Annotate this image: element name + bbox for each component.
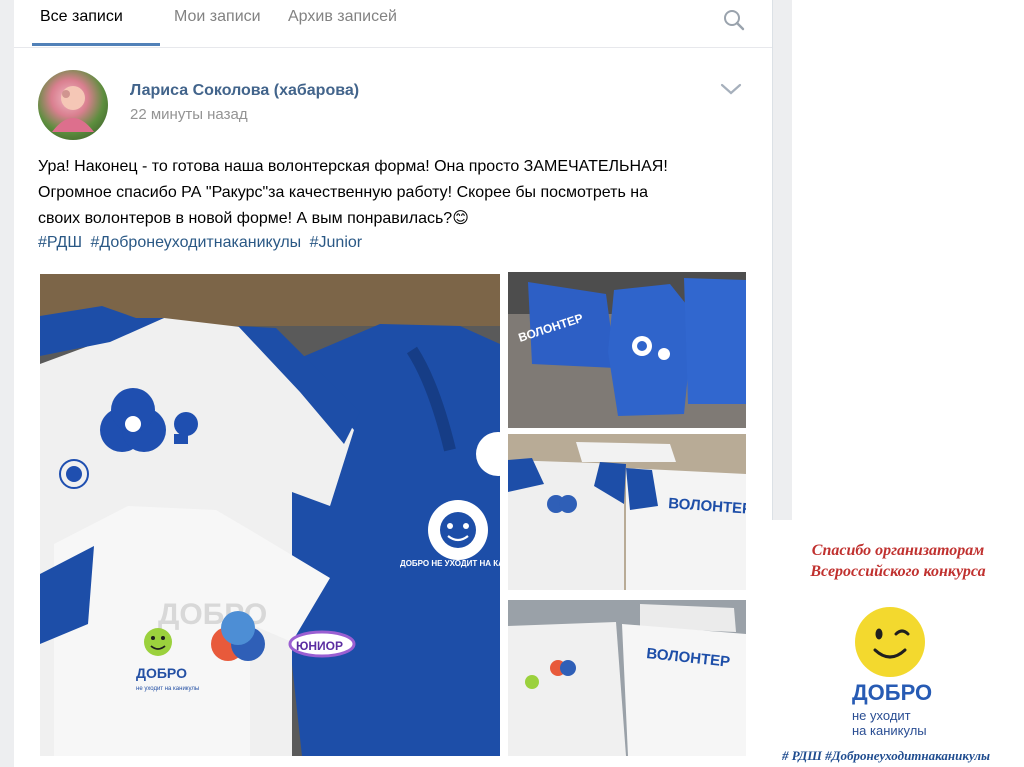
wall-tabs: Все записи Мои записи Архив записей [14, 0, 772, 48]
post-author[interactable]: Лариса Соколова (хабарова) [130, 82, 359, 100]
screen: Все записи Мои записи Архив записей Лари… [0, 0, 1024, 767]
post-time: 22 минуты назад [130, 106, 248, 123]
shirt-logo-sub: не уходит на каникулы [136, 686, 199, 692]
shirt-logo-word: ДОБРО [136, 665, 187, 681]
avatar[interactable] [38, 70, 108, 140]
brand-subtitle-line: на каникулы [852, 723, 927, 738]
right-background-strip [772, 0, 792, 520]
chevron-down-icon[interactable] [720, 82, 742, 96]
promo-hashtags: # РДШ #Добронеуходитнаканикулы [782, 748, 991, 763]
wall-post: Лариса Соколова (хабарова) 22 минуты наз… [14, 48, 772, 767]
search-icon[interactable] [722, 8, 746, 32]
promo-title: Спасибо организаторам Всероссийского кон… [772, 540, 1024, 582]
main-photo[interactable]: ДОБРО НЕ УХОДИТ НА КАНИКУЛЫ ДОБРО [40, 274, 500, 756]
post-hashtags: #РДШ #Добронеуходитнаканикулы #Junior [38, 234, 366, 252]
promo-panel: Спасибо организаторам Всероссийского кон… [772, 520, 1024, 767]
post-text-line: Ура! Наконец - то готова наша волонтерск… [38, 158, 668, 175]
tab-all-posts[interactable]: Все записи [36, 8, 127, 26]
brand-subtitle-line: не уходит [852, 708, 911, 723]
promo-title-line: Всероссийского конкурса [810, 563, 986, 580]
jacket-ring-text: ДОБРО НЕ УХОДИТ НА КАНИКУЛЫ [400, 559, 500, 568]
photo-bottom-right[interactable]: ВОЛОНТЕР [508, 600, 746, 756]
brand-word: ДОБРО [852, 680, 933, 705]
photo-top-right[interactable]: ВОЛОНТЕР [508, 272, 746, 428]
smiley-icon [855, 607, 925, 677]
hashtag-dobro[interactable]: #Добронеуходитнаканикулы [90, 234, 301, 251]
hashtag-rdsh[interactable]: #РДШ [38, 234, 82, 251]
wall-card: Все записи Мои записи Архив записей Лари… [14, 0, 773, 767]
promo-title-line: Спасибо организаторам [811, 542, 985, 559]
left-background-strip [0, 0, 14, 767]
active-tab-underline [32, 43, 160, 46]
post-text-line: своих волонтеров в новой форме! А вым по… [38, 210, 469, 227]
tab-archive[interactable]: Архив записей [284, 8, 401, 26]
shirt-tag-text: ЮНИОР [296, 639, 343, 653]
brand-subtitle: не уходит на каникулы [852, 708, 927, 738]
tab-my-posts[interactable]: Мои записи [170, 8, 265, 26]
post-text: Ура! Наконец - то готова наша волонтерск… [38, 154, 758, 232]
photo-middle-right[interactable]: ВОЛОНТЕР [508, 434, 746, 590]
hashtag-junior[interactable]: #Junior [310, 234, 362, 251]
post-text-line: Огромное спасибо РА "Ракурс"за качествен… [38, 184, 648, 201]
